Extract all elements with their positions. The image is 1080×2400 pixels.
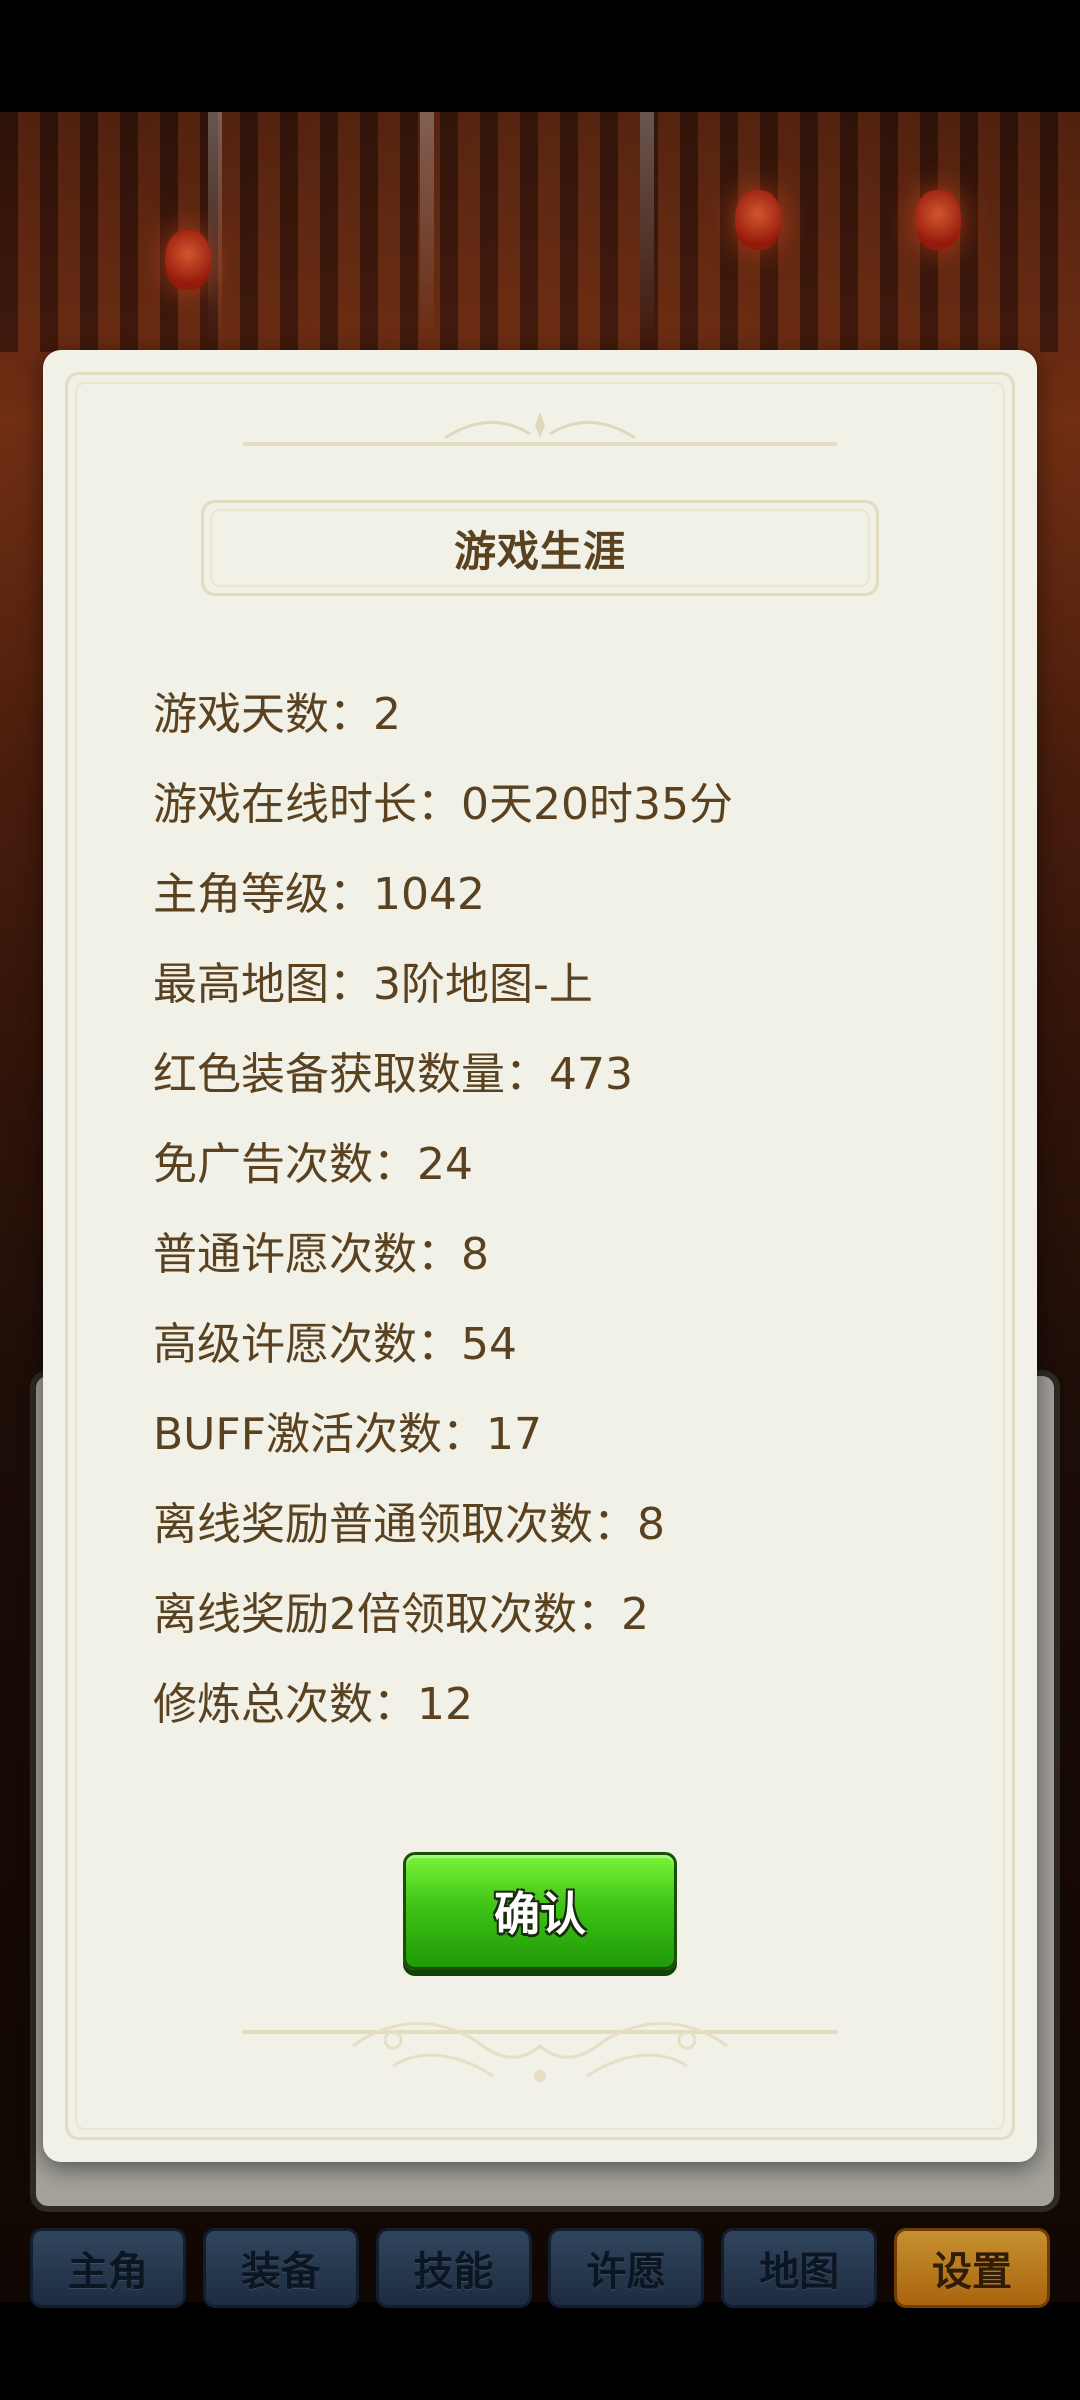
stat-hero-level: 主角等级：1042 — [153, 869, 485, 920]
top-ornament-icon — [444, 412, 636, 440]
confirm-button-label: 确认 — [494, 1887, 586, 1941]
stat-training-total: 修炼总次数：12 — [153, 1679, 473, 1730]
stats-list: 游戏天数：2 游戏在线时长：0天20时35分 主角等级：1042 最高地图：3阶… — [153, 670, 933, 1750]
stat-ad-free: 免广告次数：24 — [153, 1139, 473, 1190]
career-dialog: 游戏生涯 游戏天数：2 游戏在线时长：0天20时35分 主角等级：1042 最高… — [43, 350, 1037, 2162]
stat-highest-map: 最高地图：3阶地图-上 — [153, 959, 593, 1010]
dialog-title: 游戏生涯 — [453, 526, 626, 576]
game-screen: 主角 装备 技能 许愿 地图 设置 游戏生涯 游戏天数：2 游戏在线时长：0天2… — [0, 0, 1080, 2400]
stat-normal-wish: 普通许愿次数：8 — [153, 1229, 489, 1280]
title-frame: 游戏生涯 — [201, 500, 879, 596]
stat-offline-double: 离线奖励2倍领取次数：2 — [153, 1589, 649, 1640]
stat-red-equipment: 红色装备获取数量：473 — [153, 1049, 633, 1100]
stat-game-days: 游戏天数：2 — [153, 689, 401, 740]
bottom-ornament-icon — [352, 2022, 728, 2082]
stat-advanced-wish: 高级许愿次数：54 — [153, 1319, 517, 1370]
stat-offline-normal: 离线奖励普通领取次数：8 — [153, 1499, 665, 1550]
stat-online-time: 游戏在线时长：0天20时35分 — [153, 779, 733, 830]
confirm-button[interactable]: 确认 — [403, 1852, 677, 1970]
stat-buff-activation: BUFF激活次数：17 — [153, 1409, 542, 1460]
